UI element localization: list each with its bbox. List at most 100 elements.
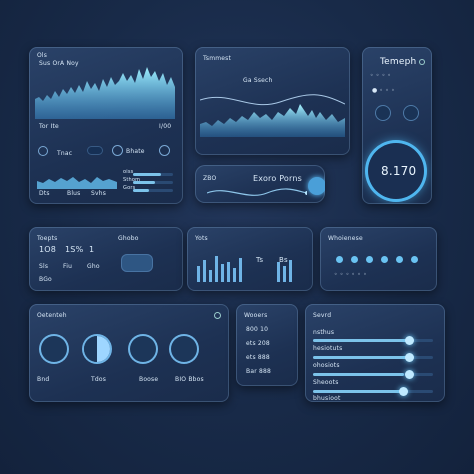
small-label-4: BGo	[39, 276, 52, 283]
indicator-dot[interactable]	[396, 256, 403, 263]
metric-bar-3	[133, 189, 173, 192]
stat-line-1: 800 10	[246, 326, 269, 333]
slider-label-1: nsthus	[313, 329, 335, 336]
stat-2: 1S%	[65, 245, 84, 254]
panel-title: Wooers	[244, 312, 268, 319]
stat-1: 1O8	[39, 245, 57, 254]
action-button-2[interactable]	[403, 105, 419, 121]
toggle-knob[interactable]	[308, 177, 325, 195]
wave-panel: Tsmmest Ga Ssech	[195, 47, 350, 155]
stats-panel: Wooers 800 10 ets 208 ets 888 Bar 888	[236, 304, 298, 386]
slider-1[interactable]	[313, 336, 433, 345]
small-label-2: Fiu	[63, 263, 73, 270]
bar-chart	[197, 256, 292, 282]
slider-label-2: hesiotuts	[313, 345, 343, 352]
panel-title: Ols	[37, 52, 48, 59]
bar	[197, 266, 200, 282]
bar	[209, 270, 212, 282]
toggle-button[interactable]	[87, 146, 103, 155]
bar	[239, 258, 242, 282]
dots-panel: Whoienese ◦ ◦ ◦ ◦ ◦ ◦	[320, 227, 437, 291]
control-knob-1[interactable]	[41, 336, 67, 362]
bar	[277, 262, 280, 282]
indicator-dot[interactable]	[411, 256, 418, 263]
dot-labels: ◦ ◦ ◦ ◦ ◦ ◦	[334, 271, 367, 278]
pill-number: ZBO	[203, 175, 217, 182]
refresh-icon[interactable]	[112, 145, 123, 156]
indicator-dot[interactable]	[366, 256, 373, 263]
row-label-1: Dts	[39, 190, 50, 197]
mini-area-series	[37, 177, 117, 189]
slider-label-5: bhusioot	[313, 395, 341, 402]
panel-label-2: Ghobo	[118, 235, 139, 242]
footer-label-2: Tdos	[91, 376, 107, 383]
play-button[interactable]	[38, 146, 48, 156]
gauge-panel: Temeph ◦ ◦ ◦ ◦ ● ◦ ◦ ◦ 8.170	[362, 47, 432, 204]
indicator-dot[interactable]	[381, 256, 388, 263]
control-knob-3[interactable]	[130, 336, 156, 362]
indicator-dot[interactable]	[336, 256, 343, 263]
footer-label-4: BIO Bbos	[175, 376, 204, 383]
status-pill-panel: ZBO Exoro Porns	[195, 165, 325, 203]
bars-panel: Yots Ts Bs	[187, 227, 313, 291]
footer-label-3: Boose	[139, 376, 159, 383]
bar	[221, 264, 224, 282]
sparkline-point	[305, 191, 307, 195]
stat-line-4: Bar 888	[246, 368, 272, 375]
gauge-value: 8.170	[381, 164, 417, 178]
slider-label-4: Sheoots	[313, 379, 339, 386]
indicator-dot[interactable]	[351, 256, 358, 263]
bar	[289, 260, 292, 282]
metric-label-1: oiss	[123, 169, 134, 175]
icon-row: ◦ ◦ ◦ ◦	[370, 72, 392, 79]
sliders-panel: Sevrd nsthus hesiotuts ohosiots Sheoots …	[305, 304, 445, 402]
sparkline-path	[207, 188, 307, 196]
slider-2[interactable]	[313, 353, 433, 362]
row-label-3: Svhs	[91, 190, 107, 197]
panel-title: Yots	[195, 235, 208, 242]
small-label-1: Sls	[39, 263, 49, 270]
area-series	[200, 104, 345, 137]
control-knob-2[interactable]	[84, 336, 110, 362]
chart-preview[interactable]	[121, 254, 153, 272]
bar	[233, 268, 236, 282]
panel-title: Whoienese	[328, 235, 363, 242]
bar	[283, 266, 286, 282]
control-label-2: Bhate	[126, 148, 145, 155]
bar	[215, 256, 218, 282]
metric-bar-1	[133, 173, 173, 176]
area-series	[35, 67, 175, 119]
metric-label-3: Gors	[123, 185, 136, 191]
sparkline	[207, 188, 307, 196]
footer-label-1: Bnd	[37, 376, 50, 383]
chart-panel: Ols Sus OrA Noy Tor Ite I/00 Tnac Bhate …	[29, 47, 183, 204]
bar	[227, 262, 230, 282]
bar	[203, 260, 206, 282]
panel-title: Oetenteh	[37, 312, 67, 319]
controls-panel: Oetenteh Bnd Tdos Boose BIO Bbos	[29, 304, 229, 402]
summary-panel: Toepts Ghobo 1O8 1S% 1 Sls Fiu Gho BGo	[29, 227, 183, 291]
action-button[interactable]	[375, 105, 391, 121]
axis-left-label: Tor Ite	[39, 123, 59, 130]
row-label-2: Blus	[67, 190, 81, 197]
settings-icon[interactable]	[159, 145, 170, 156]
icon-row-2: ● ◦ ◦ ◦	[372, 87, 395, 94]
pill-label: Exoro Porns	[253, 174, 303, 183]
menu-dot-icon[interactable]	[419, 59, 425, 65]
panel-title: Tsmmest	[203, 55, 232, 62]
panel-title: Temeph	[380, 57, 417, 67]
stat-line-2: ets 208	[246, 340, 270, 347]
panel-title: Toepts	[37, 235, 58, 242]
metric-label-2: Sthom	[123, 177, 141, 183]
slider-label-3: ohosiots	[313, 362, 340, 369]
area-chart	[200, 94, 345, 137]
trend-line	[200, 94, 345, 106]
control-label: Tnac	[57, 150, 73, 157]
slider-4[interactable]	[313, 387, 433, 396]
menu-icon[interactable]	[214, 312, 221, 319]
control-knob-4[interactable]	[171, 336, 197, 362]
panel-title: Sevrd	[313, 312, 332, 319]
axis-right-label: I/00	[159, 123, 172, 130]
slider-3[interactable]	[313, 370, 433, 379]
stat-line-3: ets 888	[246, 354, 270, 361]
